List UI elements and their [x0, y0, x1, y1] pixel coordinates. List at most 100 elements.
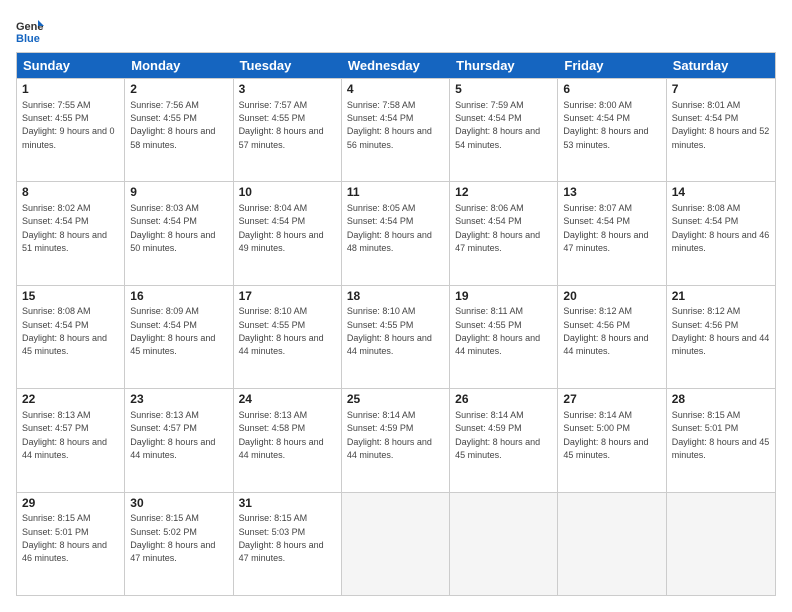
day-cell-21: 21 Sunrise: 8:12 AMSunset: 4:56 PMDaylig… [667, 286, 775, 388]
cell-info: Sunrise: 8:00 AMSunset: 4:54 PMDaylight:… [563, 100, 648, 150]
calendar: SundayMondayTuesdayWednesdayThursdayFrid… [16, 52, 776, 596]
cell-info: Sunrise: 8:05 AMSunset: 4:54 PMDaylight:… [347, 203, 432, 253]
day-number: 14 [672, 185, 770, 201]
week-row-2: 8 Sunrise: 8:02 AMSunset: 4:54 PMDayligh… [17, 181, 775, 284]
empty-cell [667, 493, 775, 595]
cell-info: Sunrise: 8:06 AMSunset: 4:54 PMDaylight:… [455, 203, 540, 253]
cell-info: Sunrise: 8:10 AMSunset: 4:55 PMDaylight:… [347, 306, 432, 356]
day-cell-9: 9 Sunrise: 8:03 AMSunset: 4:54 PMDayligh… [125, 182, 233, 284]
day-cell-3: 3 Sunrise: 7:57 AMSunset: 4:55 PMDayligh… [234, 79, 342, 181]
header-day-tuesday: Tuesday [234, 53, 342, 78]
cell-info: Sunrise: 8:11 AMSunset: 4:55 PMDaylight:… [455, 306, 540, 356]
day-number: 29 [22, 496, 119, 512]
cell-info: Sunrise: 8:15 AMSunset: 5:03 PMDaylight:… [239, 513, 324, 563]
week-row-3: 15 Sunrise: 8:08 AMSunset: 4:54 PMDaylig… [17, 285, 775, 388]
day-number: 13 [563, 185, 660, 201]
day-number: 1 [22, 82, 119, 98]
logo-icon: General Blue [16, 16, 44, 44]
cell-info: Sunrise: 8:13 AMSunset: 4:57 PMDaylight:… [22, 410, 107, 460]
day-number: 11 [347, 185, 444, 201]
day-cell-19: 19 Sunrise: 8:11 AMSunset: 4:55 PMDaylig… [450, 286, 558, 388]
week-row-5: 29 Sunrise: 8:15 AMSunset: 5:01 PMDaylig… [17, 492, 775, 595]
day-number: 10 [239, 185, 336, 201]
day-number: 18 [347, 289, 444, 305]
day-number: 6 [563, 82, 660, 98]
day-number: 7 [672, 82, 770, 98]
day-cell-22: 22 Sunrise: 8:13 AMSunset: 4:57 PMDaylig… [17, 389, 125, 491]
day-cell-13: 13 Sunrise: 8:07 AMSunset: 4:54 PMDaylig… [558, 182, 666, 284]
day-cell-1: 1 Sunrise: 7:55 AMSunset: 4:55 PMDayligh… [17, 79, 125, 181]
empty-cell [450, 493, 558, 595]
day-number: 26 [455, 392, 552, 408]
day-cell-4: 4 Sunrise: 7:58 AMSunset: 4:54 PMDayligh… [342, 79, 450, 181]
header-day-saturday: Saturday [667, 53, 775, 78]
day-number: 4 [347, 82, 444, 98]
day-number: 9 [130, 185, 227, 201]
calendar-header: SundayMondayTuesdayWednesdayThursdayFrid… [17, 53, 775, 78]
day-cell-5: 5 Sunrise: 7:59 AMSunset: 4:54 PMDayligh… [450, 79, 558, 181]
cell-info: Sunrise: 8:13 AMSunset: 4:57 PMDaylight:… [130, 410, 215, 460]
svg-text:Blue: Blue [16, 33, 40, 44]
day-number: 30 [130, 496, 227, 512]
cell-info: Sunrise: 8:08 AMSunset: 4:54 PMDaylight:… [22, 306, 107, 356]
day-number: 24 [239, 392, 336, 408]
day-cell-27: 27 Sunrise: 8:14 AMSunset: 5:00 PMDaylig… [558, 389, 666, 491]
day-cell-31: 31 Sunrise: 8:15 AMSunset: 5:03 PMDaylig… [234, 493, 342, 595]
day-number: 22 [22, 392, 119, 408]
day-number: 21 [672, 289, 770, 305]
empty-cell [558, 493, 666, 595]
day-cell-14: 14 Sunrise: 8:08 AMSunset: 4:54 PMDaylig… [667, 182, 775, 284]
day-number: 8 [22, 185, 119, 201]
cell-info: Sunrise: 8:14 AMSunset: 5:00 PMDaylight:… [563, 410, 648, 460]
cell-info: Sunrise: 8:15 AMSunset: 5:02 PMDaylight:… [130, 513, 215, 563]
cell-info: Sunrise: 7:57 AMSunset: 4:55 PMDaylight:… [239, 100, 324, 150]
day-number: 3 [239, 82, 336, 98]
header-day-monday: Monday [125, 53, 233, 78]
page: General Blue SundayMondayTuesdayWednesda… [0, 0, 792, 612]
day-number: 31 [239, 496, 336, 512]
day-cell-20: 20 Sunrise: 8:12 AMSunset: 4:56 PMDaylig… [558, 286, 666, 388]
day-cell-24: 24 Sunrise: 8:13 AMSunset: 4:58 PMDaylig… [234, 389, 342, 491]
cell-info: Sunrise: 8:03 AMSunset: 4:54 PMDaylight:… [130, 203, 215, 253]
cell-info: Sunrise: 8:15 AMSunset: 5:01 PMDaylight:… [22, 513, 107, 563]
day-cell-7: 7 Sunrise: 8:01 AMSunset: 4:54 PMDayligh… [667, 79, 775, 181]
day-cell-29: 29 Sunrise: 8:15 AMSunset: 5:01 PMDaylig… [17, 493, 125, 595]
day-cell-23: 23 Sunrise: 8:13 AMSunset: 4:57 PMDaylig… [125, 389, 233, 491]
header-day-sunday: Sunday [17, 53, 125, 78]
cell-info: Sunrise: 8:02 AMSunset: 4:54 PMDaylight:… [22, 203, 107, 253]
day-cell-2: 2 Sunrise: 7:56 AMSunset: 4:55 PMDayligh… [125, 79, 233, 181]
cell-info: Sunrise: 8:14 AMSunset: 4:59 PMDaylight:… [455, 410, 540, 460]
cell-info: Sunrise: 8:08 AMSunset: 4:54 PMDaylight:… [672, 203, 770, 253]
day-cell-17: 17 Sunrise: 8:10 AMSunset: 4:55 PMDaylig… [234, 286, 342, 388]
logo: General Blue [16, 16, 48, 44]
cell-info: Sunrise: 8:12 AMSunset: 4:56 PMDaylight:… [672, 306, 770, 356]
day-number: 2 [130, 82, 227, 98]
cell-info: Sunrise: 8:07 AMSunset: 4:54 PMDaylight:… [563, 203, 648, 253]
cell-info: Sunrise: 7:59 AMSunset: 4:54 PMDaylight:… [455, 100, 540, 150]
day-number: 19 [455, 289, 552, 305]
cell-info: Sunrise: 8:10 AMSunset: 4:55 PMDaylight:… [239, 306, 324, 356]
day-number: 16 [130, 289, 227, 305]
day-number: 5 [455, 82, 552, 98]
cell-info: Sunrise: 8:13 AMSunset: 4:58 PMDaylight:… [239, 410, 324, 460]
cell-info: Sunrise: 8:01 AMSunset: 4:54 PMDaylight:… [672, 100, 770, 150]
cell-info: Sunrise: 8:04 AMSunset: 4:54 PMDaylight:… [239, 203, 324, 253]
day-cell-26: 26 Sunrise: 8:14 AMSunset: 4:59 PMDaylig… [450, 389, 558, 491]
cell-info: Sunrise: 7:56 AMSunset: 4:55 PMDaylight:… [130, 100, 215, 150]
day-cell-16: 16 Sunrise: 8:09 AMSunset: 4:54 PMDaylig… [125, 286, 233, 388]
day-number: 15 [22, 289, 119, 305]
day-number: 12 [455, 185, 552, 201]
day-cell-10: 10 Sunrise: 8:04 AMSunset: 4:54 PMDaylig… [234, 182, 342, 284]
day-cell-25: 25 Sunrise: 8:14 AMSunset: 4:59 PMDaylig… [342, 389, 450, 491]
cell-info: Sunrise: 7:58 AMSunset: 4:54 PMDaylight:… [347, 100, 432, 150]
day-number: 20 [563, 289, 660, 305]
cell-info: Sunrise: 8:14 AMSunset: 4:59 PMDaylight:… [347, 410, 432, 460]
day-number: 25 [347, 392, 444, 408]
calendar-body: 1 Sunrise: 7:55 AMSunset: 4:55 PMDayligh… [17, 78, 775, 595]
cell-info: Sunrise: 8:09 AMSunset: 4:54 PMDaylight:… [130, 306, 215, 356]
header-day-friday: Friday [558, 53, 666, 78]
day-cell-11: 11 Sunrise: 8:05 AMSunset: 4:54 PMDaylig… [342, 182, 450, 284]
empty-cell [342, 493, 450, 595]
day-number: 17 [239, 289, 336, 305]
cell-info: Sunrise: 8:12 AMSunset: 4:56 PMDaylight:… [563, 306, 648, 356]
